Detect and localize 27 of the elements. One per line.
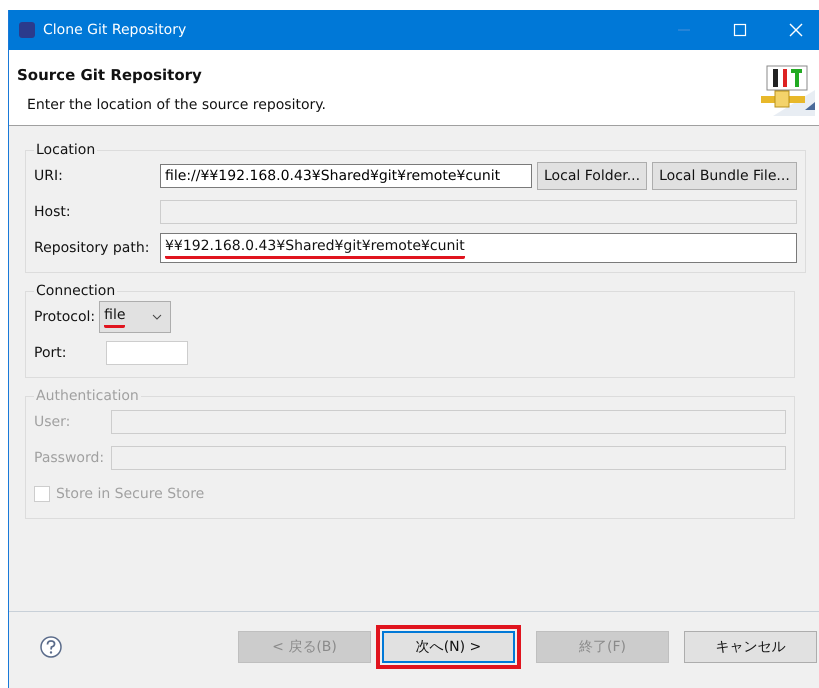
app-icon — [19, 22, 35, 38]
page-description: Enter the location of the source repository. — [27, 97, 328, 113]
group-label: Authentication — [35, 388, 140, 404]
port-field[interactable] — [106, 341, 188, 365]
window-title: Clone Git Repository — [43, 22, 186, 38]
browse-button[interactable]: Local Bundle File... — [652, 162, 797, 190]
field-label: User: — [34, 414, 72, 430]
browse-button[interactable]: Local Folder... — [537, 162, 648, 190]
repository-path-field[interactable]: ¥¥192.168.0.43¥Shared¥git¥remote¥cunit — [160, 233, 797, 263]
checkbox-label: Store in Secure Store — [56, 486, 204, 502]
next-button[interactable]: 次へ(N) > — [382, 631, 515, 663]
wizard-button[interactable]: キャンセル — [684, 631, 817, 663]
field-label: Host: — [34, 204, 72, 220]
chevron-down-icon — [152, 314, 162, 320]
help-icon[interactable] — [39, 635, 63, 659]
group-label: Location — [35, 142, 96, 158]
field-label: Repository path: — [34, 240, 150, 256]
field-label: Password: — [34, 450, 106, 466]
field-label: Protocol: — [34, 309, 96, 325]
protocol-dropdown[interactable]: file — [99, 301, 172, 333]
uri-field[interactable]: file://¥¥192.168.0.43¥Shared¥git¥remote¥cunit — [160, 164, 532, 188]
field-label: Port: — [34, 345, 68, 361]
field-label: URI: — [34, 168, 64, 184]
host-field[interactable] — [160, 200, 797, 224]
field-value: ¥¥192.168.0.43¥Shared¥git¥remote¥cunit — [165, 238, 465, 258]
group-label: Connection — [35, 283, 116, 299]
page-title: Source Git Repository — [17, 66, 203, 84]
